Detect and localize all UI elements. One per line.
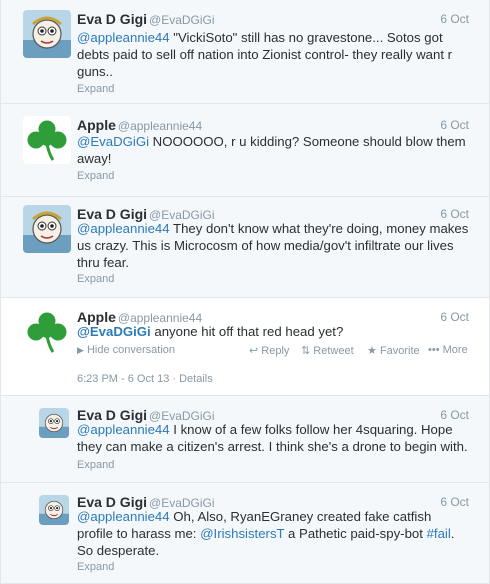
reply-arrow-icon: ↩ (249, 345, 259, 357)
author-name[interactable]: Eva D Gigi (77, 11, 147, 27)
tweet-item[interactable]: Eva D Gigi @EvaDGiGi 6 Oct @appleannie44 … (1, 0, 489, 104)
tweet-text: @appleannie44 I know of a few folks foll… (77, 422, 469, 456)
author-handle[interactable]: @appleannie44 (118, 311, 202, 325)
more-button[interactable]: ••• More (428, 344, 468, 356)
mention-link[interactable]: @appleannie44 (77, 221, 170, 236)
tweet-time[interactable]: 6 Oct (440, 116, 469, 134)
author-name[interactable]: Eva D Gigi (77, 494, 147, 510)
hide-conversation-link[interactable]: ▶ Hide conversation (77, 344, 175, 356)
doll-avatar-icon (23, 10, 71, 58)
tweet-item[interactable]: Eva D Gigi @EvaDGiGi 6 Oct @appleannie44 … (1, 197, 489, 298)
doll-avatar-icon (39, 408, 69, 438)
avatar-apple[interactable] (23, 116, 71, 164)
shamrock-icon (27, 120, 67, 161)
expand-link[interactable]: Expand (77, 459, 114, 471)
tweet-time[interactable]: 6 Oct (440, 10, 469, 28)
author-handle[interactable]: @EvaDGiGi (149, 409, 215, 423)
mention-link[interactable]: @IrishsistersT (200, 526, 284, 541)
tweet-text: @EvaDGiGi anyone hit off that red head y… (77, 324, 469, 341)
doll-avatar-icon (23, 205, 71, 253)
author-name[interactable]: Apple (77, 117, 116, 133)
expand-link[interactable]: Expand (77, 561, 114, 573)
mention-link[interactable]: @appleannie44 (77, 509, 170, 524)
timestamp-link[interactable]: 6:23 PM - 6 Oct 13 (77, 373, 169, 385)
author-name[interactable]: Eva D Gigi (77, 407, 147, 423)
expand-link[interactable]: Expand (77, 83, 114, 95)
author-handle[interactable]: @EvaDGiGi (149, 13, 215, 27)
author-handle[interactable]: @appleannie44 (118, 119, 202, 133)
tweet-item[interactable]: Apple @appleannie44 6 Oct @EvaDGiGi NOOOO… (1, 104, 489, 197)
reply-button[interactable]: ↩ Reply (249, 344, 289, 357)
avatar-apple[interactable] (23, 308, 71, 356)
doll-avatar-icon (39, 495, 69, 525)
mention-link[interactable]: @appleannie44 (77, 422, 170, 437)
tweet-timestamp-row: 6:23 PM - 6 Oct 13 · Details (77, 373, 213, 385)
expand-link[interactable]: Expand (77, 273, 114, 285)
tweet-text: @appleannie44 Oh, Also, RyanEGraney crea… (77, 509, 469, 559)
more-dots-icon: ••• (428, 344, 440, 356)
tweet-text: @appleannie44 They don't know what they'… (77, 221, 469, 271)
expand-link[interactable]: Expand (77, 170, 114, 182)
tweet-body: anyone hit off that red head yet? (150, 324, 344, 339)
avatar-eva[interactable] (39, 495, 69, 525)
mention-link[interactable]: @appleannie44 (77, 30, 170, 45)
favorite-button[interactable]: ★ Favorite (367, 344, 420, 357)
conversation-timeline: Eva D Gigi @EvaDGiGi 6 Oct @appleannie44 … (0, 0, 490, 584)
mention-link[interactable]: @EvaDGiGi (77, 134, 149, 149)
mention-link[interactable]: @EvaDGiGi (77, 324, 151, 339)
tweet-reply-item[interactable]: Eva D Gigi @EvaDGiGi 6 Oct @appleannie44 … (1, 396, 489, 483)
avatar-eva[interactable] (23, 205, 71, 253)
shamrock-icon (27, 312, 67, 353)
tweet-item-opened[interactable]: Apple @appleannie44 6 Oct @EvaDGiGi anyon… (1, 298, 489, 396)
tweet-text: @EvaDGiGi NOOOOOO, r u kidding? Someone … (77, 134, 469, 168)
tweet-reply-item[interactable]: Eva D Gigi @EvaDGiGi 6 Oct @appleannie44 … (1, 483, 489, 584)
tweet-actions: ▶ Hide conversation ↩ Reply ⇅ Retweet ★ … (77, 344, 469, 360)
star-icon: ★ (367, 345, 377, 357)
author-name[interactable]: Apple (77, 309, 116, 325)
speech-bubble-icon: ▶ (77, 345, 84, 355)
retweet-button[interactable]: ⇅ Retweet (301, 344, 354, 357)
author-name[interactable]: Eva D Gigi (77, 206, 147, 222)
details-link[interactable]: Details (179, 373, 213, 385)
author-handle[interactable]: @EvaDGiGi (149, 496, 215, 510)
tweet-body: a Pathetic paid-spy-bot (284, 525, 427, 541)
retweet-icon: ⇅ (301, 345, 311, 357)
tweet-text: @appleannie44 "VickiSoto" still has no g… (77, 30, 469, 80)
hashtag-link[interactable]: #fail (427, 526, 451, 541)
avatar-eva[interactable] (39, 408, 69, 438)
avatar-eva[interactable] (23, 10, 71, 58)
author-handle[interactable]: @EvaDGiGi (149, 208, 215, 222)
